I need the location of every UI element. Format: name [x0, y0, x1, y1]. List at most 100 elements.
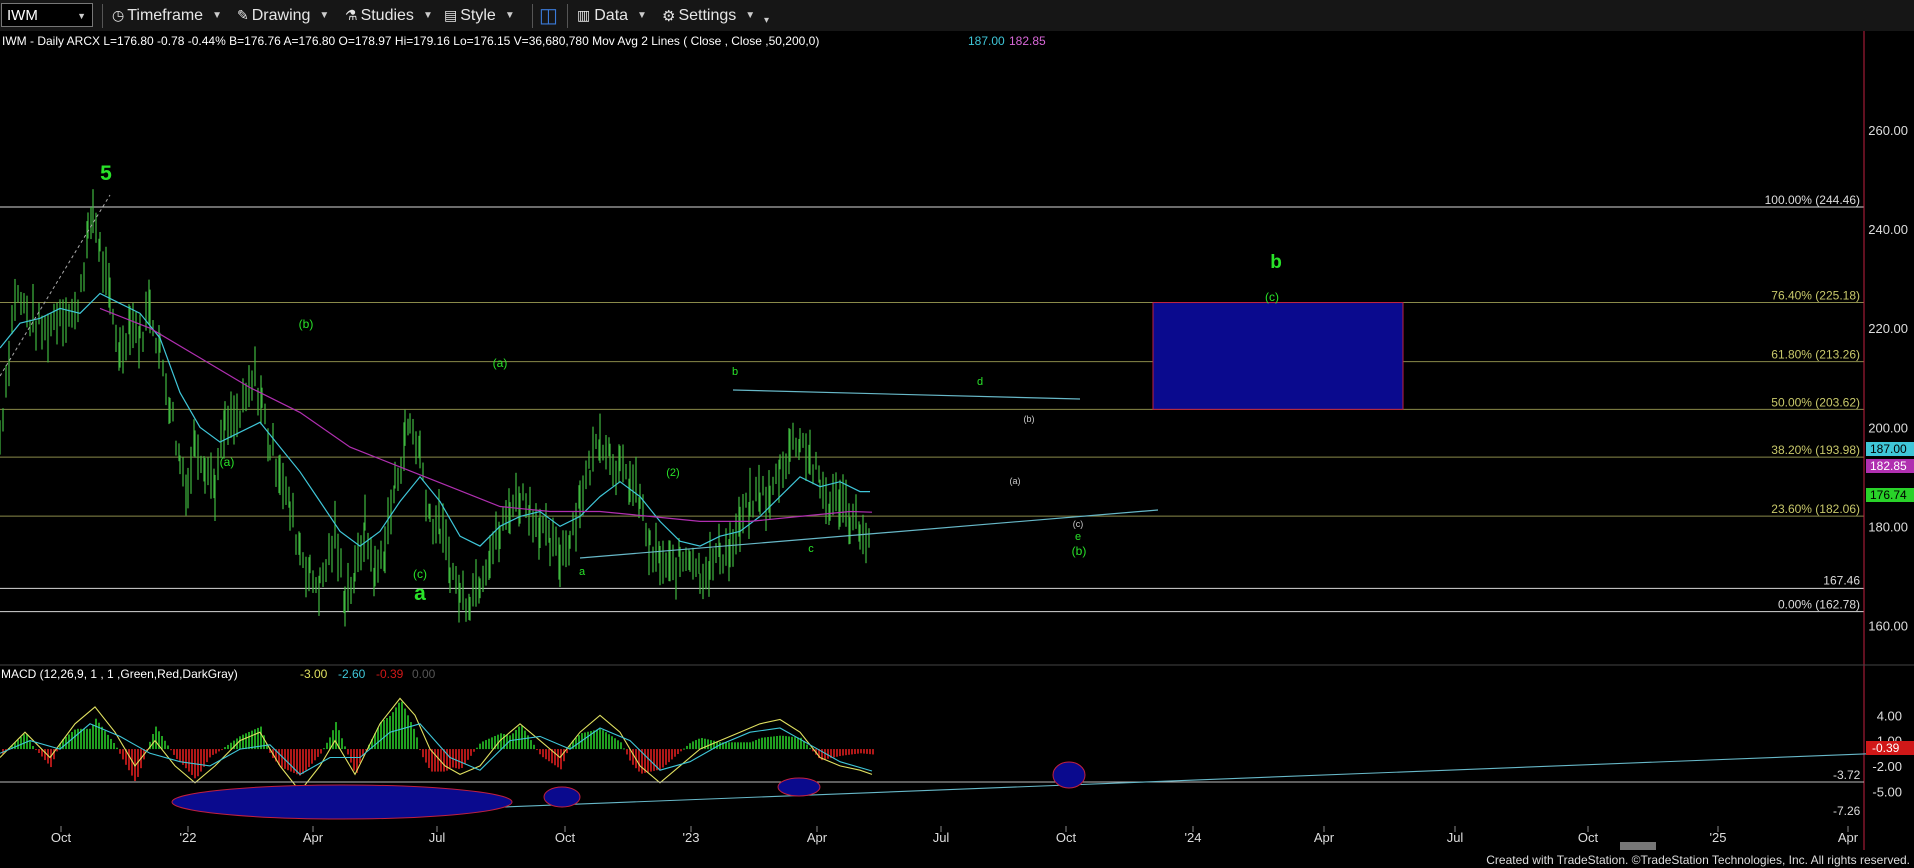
fib-label: 61.80% (213.26) [1771, 348, 1860, 362]
macd-hist-bar [791, 736, 793, 750]
macd-hist-bar [530, 740, 532, 750]
macd-hist-bar [491, 737, 493, 750]
macd-hist-bar [668, 749, 670, 763]
target-box[interactable] [1152, 302, 1404, 410]
macd-divergence-ellipse[interactable] [777, 777, 821, 797]
macd-hist-bar [104, 730, 106, 750]
macd-hist-bar [833, 749, 835, 758]
macd-divergence-ellipse[interactable] [543, 786, 581, 808]
macd-hist-bar [92, 724, 94, 750]
macd-line-value: -3.72 [1833, 768, 1861, 782]
macd-hist-bar [773, 736, 775, 750]
overflow-chevron-icon[interactable]: ▾ [764, 10, 769, 31]
bar-chart-icon: ▥ [577, 7, 591, 23]
macd-hist-bar [416, 737, 418, 750]
macd-hist-bar [458, 749, 460, 769]
macd-hist-bar [479, 743, 481, 750]
toolbar-separator [532, 4, 533, 28]
macd-hist-bar [116, 747, 118, 750]
macd-hist-bar [251, 730, 253, 750]
macd-hist-bar [488, 738, 490, 750]
symbol-input[interactable]: IWM ▼ [1, 3, 93, 27]
macd-hist-bar [548, 749, 550, 762]
wave-label-d: d [977, 376, 983, 388]
data-menu[interactable]: ▥ Data ▼ [577, 5, 647, 26]
macd-hist-bar [740, 742, 742, 750]
macd-hist-bar [344, 746, 346, 750]
macd-hist-bar [632, 749, 634, 765]
fib-label: 50.00% (203.62) [1771, 395, 1860, 409]
macd-hist-bar [71, 732, 73, 750]
macd-hist-bar [794, 737, 796, 750]
chevron-down-icon: ▼ [422, 10, 433, 21]
layout-toggle-icon[interactable]: ◫ [539, 5, 558, 27]
macd-hist-bar [197, 749, 199, 777]
macd-hist-bar [746, 742, 748, 750]
macd-hist-bar [620, 742, 622, 750]
time-tick-label: Oct [51, 830, 72, 845]
fib-label: 38.20% (193.98) [1771, 443, 1860, 457]
macd-hist-bar [449, 749, 451, 768]
macd-hist-bar [203, 749, 205, 767]
macd-hist-bar [638, 749, 640, 772]
macd-hist-bar [806, 744, 808, 750]
macd-hist-bar [521, 725, 523, 750]
price-tick-label: 260.00 [1868, 123, 1908, 138]
horizontal-scroll-thumb[interactable] [1620, 842, 1656, 850]
macd-hist-bar [320, 749, 322, 754]
style-icon: ▤ [444, 7, 458, 23]
wave-label-b: (b) [299, 317, 314, 331]
macd-hist-bar [167, 745, 169, 750]
macd-divergence-ellipse[interactable] [1052, 761, 1086, 789]
macd-hist-bar [659, 749, 661, 770]
macd-hist-bar [869, 749, 871, 755]
macd-hist-bar [767, 737, 769, 750]
macd-hist-bar [680, 749, 682, 752]
price-tick-label: 180.00 [1868, 519, 1908, 534]
macd-hist-bar [728, 742, 730, 750]
style-menu[interactable]: ▤ Style ▼ [444, 5, 515, 26]
macd-hist-bar [170, 749, 172, 751]
macd-hist-bar [554, 749, 556, 766]
macd-hist-bar [866, 749, 868, 754]
macd-hist-bar [185, 749, 187, 769]
macd-hist-bar [557, 749, 559, 768]
studies-label: Studies [360, 6, 414, 24]
settings-menu[interactable]: ⚙ Settings ▼ [662, 5, 755, 26]
toolbar-separator [567, 4, 568, 28]
macd-hist-bar [665, 749, 667, 765]
macd-hist-bar [731, 742, 733, 750]
ma50-tag: 187.00 [1870, 442, 1907, 456]
macd-hist-bar [434, 749, 436, 772]
style-label: Style [460, 6, 496, 24]
macd-hist-bar [695, 740, 697, 750]
macd-legend: MACD (12,26,9, 1 , 1 ,Green,Red,DarkGray… [1, 667, 238, 681]
wave-label-a: a [579, 566, 586, 578]
price-tags: 187.00 182.85 176.74 [1866, 442, 1914, 502]
macd-hist-bar [17, 739, 19, 750]
macd-hist-bar [752, 741, 754, 750]
chevron-down-icon: ▼ [319, 10, 330, 21]
macd-hist-bar [209, 749, 211, 758]
macd-hist-bar [188, 749, 190, 772]
studies-menu[interactable]: ⚗ Studies ▼ [345, 5, 433, 26]
symbol-dropdown-icon[interactable]: ▼ [77, 4, 86, 28]
macd-hist-bar [653, 749, 655, 771]
price-tick-label: 160.00 [1868, 618, 1908, 633]
wave-label-b-big: b [1270, 252, 1282, 273]
timeframe-menu[interactable]: ◷ Timeframe ▼ [112, 5, 222, 26]
macd-hist-bar [464, 749, 466, 764]
macd-hist-bar [302, 749, 304, 774]
macd-hist-bar [536, 749, 538, 751]
macd-hist-bar [161, 736, 163, 750]
macd-hist-bar [119, 749, 121, 754]
drawing-menu[interactable]: ✎ Drawing ▼ [237, 5, 329, 26]
macd-hist-bar [785, 736, 787, 750]
macd-hist-bar [575, 737, 577, 750]
macd-hist-bar [407, 715, 409, 750]
timeframe-label: Timeframe [127, 6, 204, 24]
ma50-legend-value: 187.00 [968, 34, 1005, 48]
data-label: Data [594, 6, 629, 24]
macd-divergence-ellipse[interactable] [171, 784, 513, 820]
macd-tick-label: 4.00 [1877, 708, 1902, 723]
